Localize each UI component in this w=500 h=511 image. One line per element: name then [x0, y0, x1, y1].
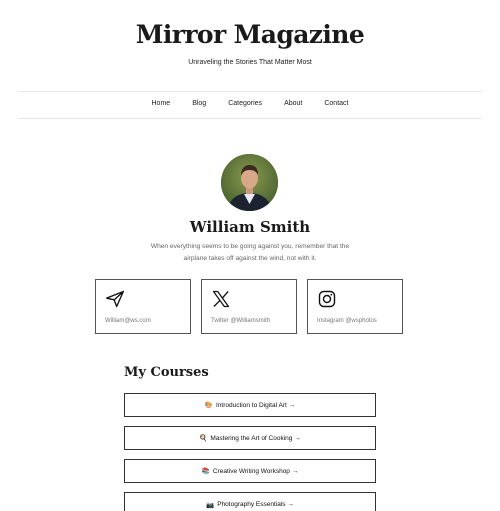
nav-blog[interactable]: Blog: [192, 100, 206, 107]
social-card-twitter[interactable]: Twitter @Williamsmith: [201, 279, 297, 334]
course-link-creative-writing[interactable]: 📚 Creative Writing Workshop →: [124, 459, 376, 483]
social-label-instagram: Instagram @wsphotos: [317, 318, 377, 324]
nav-home[interactable]: Home: [152, 100, 171, 107]
course-link-photography[interactable]: 📷 Photography Essentials →: [124, 492, 376, 511]
profile-name: William Smith: [189, 218, 311, 236]
cooking-icon: 🍳: [199, 435, 208, 442]
social-label-email: William@ws.com: [105, 318, 151, 324]
social-card-instagram[interactable]: Instagram @wsphotos: [307, 279, 403, 334]
nav-categories[interactable]: Categories: [228, 100, 262, 107]
camera-icon: 📷: [206, 502, 215, 509]
course-label: Introduction to Digital Art →: [215, 401, 296, 409]
courses-heading: My Courses: [124, 365, 209, 380]
course-label: Mastering the Art of Cooking →: [210, 434, 301, 442]
social-label-twitter: Twitter @Williamsmith: [211, 318, 271, 324]
course-label: Photography Essentials →: [217, 501, 294, 508]
course-link-digital-art[interactable]: 🎨 Introduction to Digital Art →: [124, 393, 376, 417]
course-label: Creative Writing Workshop →: [212, 467, 299, 475]
paper-plane-icon: [106, 290, 125, 308]
social-card-email[interactable]: William@ws.com: [95, 279, 191, 334]
site-title[interactable]: Mirror Magazine: [0, 20, 500, 49]
header-divider-top: [18, 91, 482, 92]
x-logo-icon: [212, 290, 230, 308]
header-divider-bottom: [18, 118, 482, 119]
nav-contact[interactable]: Contact: [324, 100, 348, 107]
course-link-cooking[interactable]: 🍳 Mastering the Art of Cooking →: [124, 426, 376, 450]
avatar: [221, 154, 278, 211]
instagram-icon: [318, 290, 336, 308]
avatar-portrait: [221, 154, 278, 211]
palette-icon: 🎨: [204, 402, 213, 409]
profile-bio: When everything seems to be going agains…: [150, 243, 350, 262]
books-icon: 📚: [201, 468, 210, 475]
nav-about[interactable]: About: [284, 100, 302, 107]
main-nav: Home Blog Categories About Contact: [0, 100, 500, 107]
site-tagline: Unraveling the Stories That Matter Most: [188, 59, 312, 66]
